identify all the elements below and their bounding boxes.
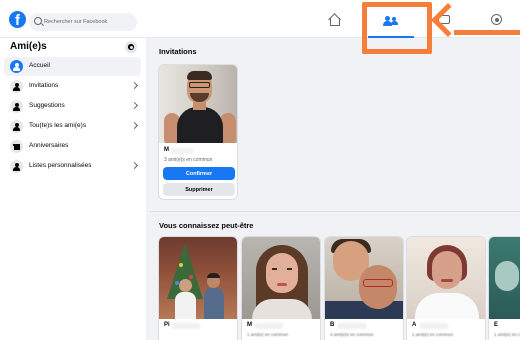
suggestion-name[interactable]: B [330,322,334,328]
sidebar-item-label: Listes personnalisées [29,162,92,169]
person-suggest-icon [10,100,23,113]
mutual-friends-count: 1 ami(e) en commun [412,332,454,337]
suggestion-card: B 4 ami(e)s en commun [324,236,404,340]
gift-icon [10,140,23,153]
blurred-name [255,323,283,329]
blurred-name [420,323,448,329]
facebook-logo-icon[interactable]: f [9,11,26,28]
chevron-right-icon [130,101,139,110]
sidebar-item-suggestions[interactable]: Suggestions [4,97,141,116]
suggestion-name[interactable]: M [247,322,252,328]
suggestion-name[interactable]: Pi [164,322,170,328]
gear-icon[interactable] [125,41,137,53]
sidebar-item-label: Anniversaires [29,142,69,149]
person-list-icon [10,120,23,133]
profile-photo[interactable] [159,237,237,319]
suggestion-name[interactable]: A [412,322,416,328]
sidebar-item-birthdays[interactable]: Anniversaires [4,137,141,156]
suggestion-card: E 1 ami(e) en commun [488,236,520,340]
sidebar-item-label: Suggestions [29,102,65,109]
invitation-card: M 3 ami(e)s en commun Confirmer Supprime… [158,64,238,200]
sidebar: Ami(e)s Accueil Invitations Suggestions … [0,38,146,340]
search-input[interactable] [44,15,134,29]
chevron-right-icon [130,161,139,170]
delete-button[interactable]: Supprimer [163,183,235,196]
sidebar-item-all-friends[interactable]: Tou(te)s les ami(e)s [4,117,141,136]
blurred-name [172,323,200,329]
confirm-button[interactable]: Confirmer [163,167,235,180]
suggestion-card: M 1 ami(e) en commun [241,236,321,340]
blurred-name [338,323,366,329]
mutual-friends-count: 1 ami(e) en commun [494,332,520,337]
sidebar-item-label: Tou(te)s les ami(e)s [29,122,87,129]
blurred-name [171,148,193,154]
section-divider [150,211,520,212]
mutual-friends-count: 1 ami(e) en commun [247,332,289,337]
profile-photo[interactable] [489,237,520,319]
search-box[interactable] [29,13,137,31]
sidebar-item-label: Invitations [29,82,59,89]
sidebar-item-custom-lists[interactable]: Listes personnalisées [4,157,141,176]
profile-photo[interactable] [325,237,403,319]
suggestions-title: Vous connaissez peut-être [159,221,254,230]
chevron-right-icon [130,81,139,90]
person-lists-icon [10,160,23,173]
profile-photo[interactable] [159,65,237,143]
mutual-friends-count: 4 ami(e)s en commun [330,332,374,337]
sidebar-item-accueil[interactable]: Accueil [4,57,141,76]
invitations-title: Invitations [159,47,197,56]
suggestion-name[interactable]: E [494,322,498,328]
suggestion-card: Pi [158,236,238,340]
sidebar-item-invitations[interactable]: Invitations [4,77,141,96]
person-add-icon [10,80,23,93]
groups-icon[interactable] [490,12,506,28]
chevron-right-icon [130,121,139,130]
mutual-friends-count: 3 ami(e)s en commun [164,157,213,163]
home-icon[interactable] [327,12,343,28]
sidebar-item-label: Accueil [29,62,50,69]
sidebar-title: Ami(e)s [10,41,47,52]
profile-photo[interactable] [242,237,320,319]
annotation-arrow [454,30,520,35]
profile-photo[interactable] [407,237,485,319]
highlight-annotation [362,2,432,54]
invitation-name[interactable]: M [164,147,169,153]
friends-home-icon [10,60,23,73]
search-icon [34,17,42,25]
suggestion-card: A 1 ami(e) en commun [406,236,486,340]
